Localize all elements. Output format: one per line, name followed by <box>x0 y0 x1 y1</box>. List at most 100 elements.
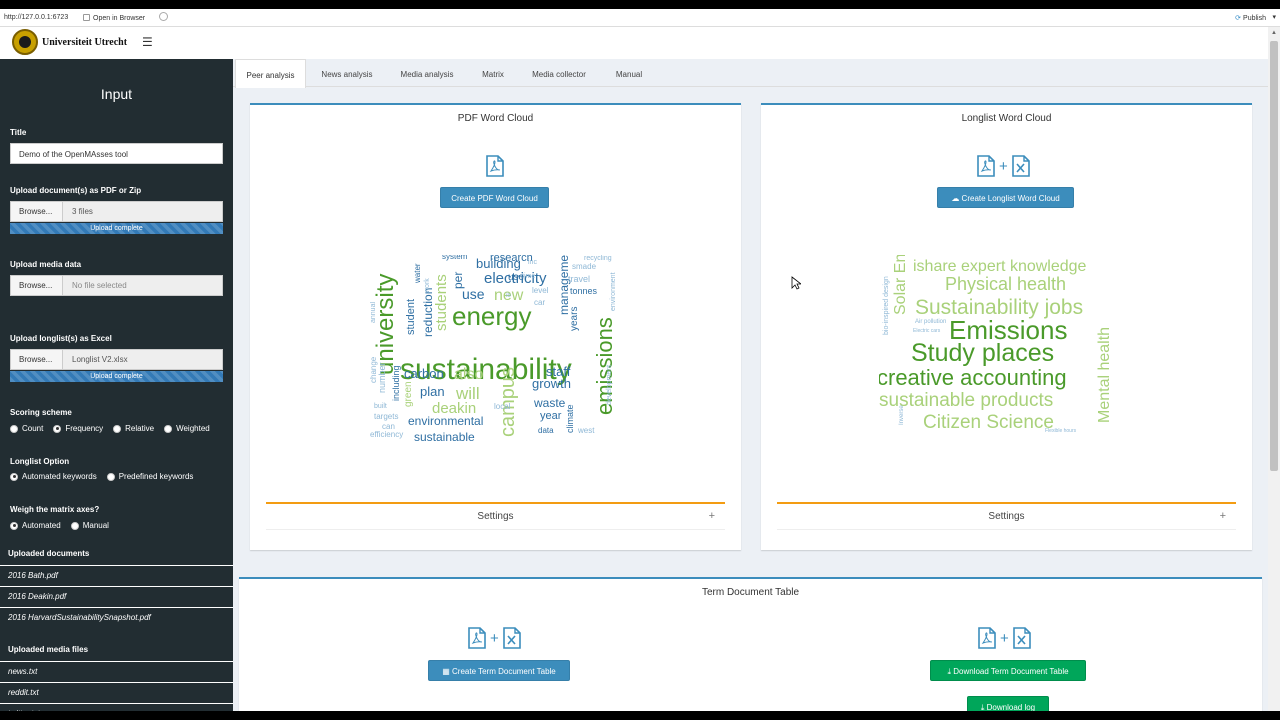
browse-button[interactable]: Browse... <box>11 350 63 369</box>
file-excel-icon <box>502 627 521 649</box>
refresh-icon[interactable] <box>159 12 168 21</box>
file-excel-icon <box>1012 627 1031 649</box>
cloud-word: Physical health <box>945 274 1067 294</box>
cloud-word: water <box>413 263 422 283</box>
upload-docs-input[interactable]: Browse... 3 files <box>10 201 223 222</box>
uploaded-document-item[interactable]: 2016 Bath.pdf <box>0 565 233 584</box>
box-title: Longlist Word Cloud <box>961 113 1052 124</box>
radio-relative[interactable]: Relative <box>113 424 154 433</box>
cloud-word: year <box>540 410 562 422</box>
app-frame: http://127.0.0.1:6723 Open in Browser ⟳ P… <box>0 9 1280 711</box>
brand-name: Universiteit Utrecht <box>42 37 128 48</box>
cloud-word: reduction <box>421 287 435 337</box>
uploaded-media-item[interactable]: news.txt <box>0 661 233 680</box>
expand-plus-icon[interactable]: + <box>1220 510 1226 522</box>
radio-frequency[interactable]: Frequency <box>53 424 103 433</box>
radio-predefined-keywords[interactable]: Predefined keywords <box>106 472 194 481</box>
create-longlist-word-cloud-button[interactable]: ☁ Create Longlist Word Cloud <box>937 187 1074 208</box>
tab-media-collector[interactable]: Media collector <box>525 59 593 87</box>
browse-button[interactable]: Browse... <box>11 276 63 295</box>
cloud-word: change <box>370 356 378 383</box>
create-term-document-table-button[interactable]: ▦ Create Term Document Table <box>428 660 570 681</box>
publish-button[interactable]: ⟳ Publish <box>1235 14 1266 22</box>
tab-news-analysis[interactable]: News analysis <box>313 59 381 87</box>
file-pdf-icon <box>486 155 504 177</box>
pdf-excel-icon-row: + <box>977 155 1030 177</box>
uploaded-document-item[interactable]: 2016 HarvardSustainabilitySnapshot.pdf <box>0 607 233 626</box>
upload-longlist-input[interactable]: Browse... Longlist V2.xlsx <box>10 349 223 370</box>
radio-label: Automated keywords <box>22 472 97 481</box>
cloud-word: tonnes <box>570 286 598 296</box>
pdf-excel-icon-row: + <box>468 627 521 649</box>
radio-manual[interactable]: Manual <box>70 521 109 530</box>
scrollbar-thumb[interactable] <box>1270 41 1278 471</box>
radio-label: Predefined keywords <box>118 472 194 481</box>
scoring-label: Scoring scheme <box>10 408 72 417</box>
mouse-cursor-icon <box>791 276 801 290</box>
upload-docs-filename: 3 files <box>72 207 93 216</box>
open-in-browser-label: Open in Browser <box>93 15 146 22</box>
term-document-table-box: Term Document Table + ▦ Create Term Docu… <box>239 577 1262 711</box>
tab-peer-analysis[interactable]: Peer analysis <box>235 59 306 88</box>
cloud-word: creative accounting <box>879 365 1067 390</box>
plus-icon: + <box>490 629 499 647</box>
title-input[interactable]: Demo of the OpenMAsses tool <box>10 143 223 164</box>
radio-count[interactable]: Count <box>10 424 43 433</box>
cloud-word: also <box>454 366 484 383</box>
uploaded-media-heading: Uploaded media files <box>8 645 89 654</box>
hamburger-menu-icon[interactable]: ☰ <box>142 35 153 49</box>
cloud-word: ishare expert knowledge <box>913 258 1087 275</box>
button-label: Create Term Document Table <box>452 667 556 676</box>
uploaded-media-item[interactable]: reddit.txt <box>0 682 233 701</box>
download-log-button[interactable]: ⤓ Download log <box>967 696 1049 711</box>
upload-docs-progress: Upload complete <box>10 223 223 234</box>
cloud-word: recycling <box>584 255 612 262</box>
upload-docs-label: Upload document(s) as PDF or Zip <box>10 186 142 195</box>
open-in-browser-button[interactable]: Open in Browser <box>83 14 145 22</box>
radio-dot <box>113 424 122 433</box>
cloud-word: number <box>377 362 387 393</box>
pdf-icon-row <box>486 155 504 177</box>
settings-title: Settings <box>477 511 514 522</box>
radio-automated[interactable]: Automated <box>10 521 61 530</box>
create-pdf-word-cloud-button[interactable]: Create PDF Word Cloud <box>440 187 549 208</box>
publish-label: Publish <box>1243 15 1266 22</box>
tab-matrix[interactable]: Matrix <box>475 59 511 87</box>
cloud-word: climate <box>565 404 575 433</box>
tab-media-analysis[interactable]: Media analysis <box>393 59 461 87</box>
radio-dot <box>106 472 115 481</box>
cloud-word: sustainable products <box>879 390 1054 411</box>
upload-media-input[interactable]: Browse... No file selected <box>10 275 223 296</box>
chevron-down-icon[interactable]: ▾ <box>1272 13 1276 21</box>
scroll-up-arrow-icon[interactable]: ▲ <box>1271 30 1277 36</box>
pdf-cloud-settings[interactable]: Settings + <box>266 502 725 530</box>
button-label: Create Longlist Word Cloud <box>961 194 1060 203</box>
cloud-word: annual <box>370 301 377 323</box>
uploaded-media-item[interactable]: twitter.txt <box>0 703 233 711</box>
scrollbar[interactable]: ▲ <box>1268 27 1280 711</box>
browse-button[interactable]: Browse... <box>11 202 63 221</box>
uploaded-document-item[interactable]: 2016 Deakin.pdf <box>0 586 233 605</box>
tab-manual[interactable]: Manual <box>609 59 649 87</box>
cloud-word: plan <box>420 384 445 399</box>
uploaded-documents-heading: Uploaded documents <box>8 549 90 558</box>
cloud-word: waste <box>534 396 566 410</box>
radio-dot <box>53 424 62 433</box>
radio-dot <box>10 472 18 481</box>
university-seal-logo <box>12 29 38 55</box>
longlist-cloud-settings[interactable]: Settings + <box>777 502 1236 530</box>
url-text[interactable]: http://127.0.0.1:6723 <box>4 14 68 21</box>
expand-plus-icon[interactable]: + <box>709 510 715 522</box>
radio-automated-keywords[interactable]: Automated keywords <box>10 472 97 481</box>
longlist-option-radio-group: Automated keywords Predefined keywords <box>10 472 193 481</box>
cloud-word: environmental <box>408 414 484 428</box>
cloud-word: travel <box>568 274 591 284</box>
plus-icon: + <box>999 157 1008 175</box>
download-term-document-table-button[interactable]: ⤓ Download Term Document Table <box>930 660 1086 681</box>
cloud-word: Solar Ener <box>892 255 909 315</box>
radio-dot <box>10 424 18 433</box>
scoring-radio-group: Count Frequency Relative Weighted <box>10 424 210 433</box>
cloud-word: students <box>433 274 450 331</box>
radio-label: Automated <box>22 521 61 530</box>
radio-weighted[interactable]: Weighted <box>164 424 210 433</box>
